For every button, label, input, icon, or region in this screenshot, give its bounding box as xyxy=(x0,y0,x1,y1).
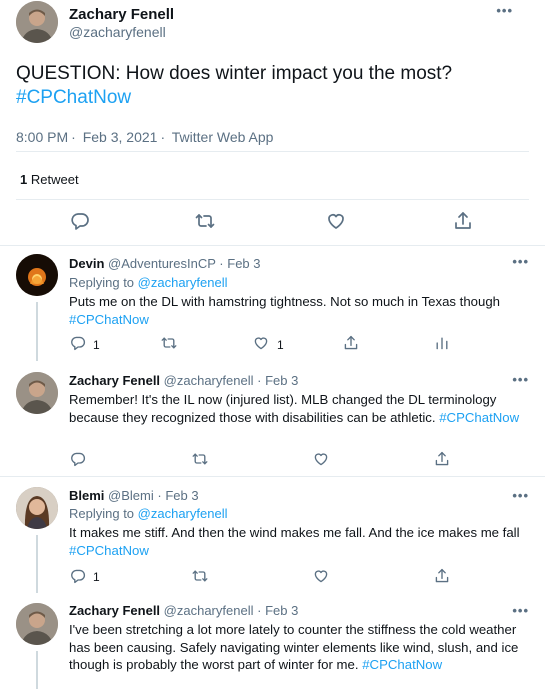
author-name[interactable]: Zachary Fenell xyxy=(69,6,174,23)
hashtag-link[interactable]: #CPChatNow xyxy=(362,657,442,672)
tweet-text: I've been stretching a lot more lately t… xyxy=(69,621,529,674)
tweet-date[interactable]: Feb 3 xyxy=(165,488,198,503)
more-icon[interactable]: ••• xyxy=(512,254,529,269)
meta-separator: · xyxy=(219,256,224,271)
tweet-date[interactable]: Feb 3 xyxy=(265,373,298,388)
reply-tweet[interactable]: Devin @AdventuresInCP · Feb 3 ••• Replyi… xyxy=(0,246,545,361)
author-handle[interactable]: @zacharyfenell xyxy=(164,373,254,388)
replying-prefix: Replying to xyxy=(69,275,135,290)
thread-line xyxy=(36,535,38,593)
like-icon[interactable] xyxy=(313,568,329,584)
author-handle[interactable]: @Blemi xyxy=(108,488,154,503)
more-icon[interactable]: ••• xyxy=(512,603,529,618)
author-name[interactable]: Blemi xyxy=(69,488,104,503)
author-handle[interactable]: @AdventuresInCP xyxy=(108,256,216,271)
tweet-date[interactable]: Feb 3, 2021 xyxy=(83,129,158,145)
like-icon[interactable] xyxy=(313,451,329,467)
tweet-text: QUESTION: How does winter impact you the… xyxy=(16,62,529,110)
tweet-text: Remember! It's the IL now (injured list)… xyxy=(69,391,529,426)
hashtag-link[interactable]: #CPChatNow xyxy=(69,312,149,327)
reply-icon[interactable] xyxy=(70,451,86,467)
divider xyxy=(16,151,529,152)
retweet-count: 1 xyxy=(20,172,28,187)
tweet-body: It makes me stiff. And then the wind mak… xyxy=(69,525,520,540)
main-tweet-header: Zachary Fenell @zacharyfenell ••• xyxy=(16,0,529,52)
author-name[interactable]: Zachary Fenell xyxy=(69,603,160,618)
meta-separator: · xyxy=(257,373,262,388)
divider xyxy=(16,199,529,200)
analytics-icon[interactable] xyxy=(434,335,450,351)
more-icon[interactable]: ••• xyxy=(512,488,529,503)
avatar[interactable] xyxy=(16,372,58,414)
retweet-icon[interactable] xyxy=(195,211,215,231)
tweet-time[interactable]: 8:00 PM xyxy=(16,129,68,145)
author-handle[interactable]: @zacharyfenell xyxy=(69,24,166,40)
hashtag-link[interactable]: #CPChatNow xyxy=(16,86,529,110)
like-icon[interactable] xyxy=(253,335,269,351)
tweet-text: Puts me on the DL with hamstring tightne… xyxy=(69,293,529,328)
tweet-date[interactable]: Feb 3 xyxy=(227,256,260,271)
meta-separator: · xyxy=(71,129,76,145)
retweet-icon[interactable] xyxy=(192,568,208,584)
thread-line xyxy=(36,302,38,361)
reply-tweet[interactable]: Zachary Fenell @zacharyfenell · Feb 3 ••… xyxy=(0,593,545,689)
tweet-body: I've been stretching a lot more lately t… xyxy=(69,622,519,672)
meta-separator: · xyxy=(160,129,166,145)
reply-header: Zachary Fenell @zacharyfenell · Feb 3 xyxy=(69,603,298,618)
tweet-body: QUESTION: How does winter impact you the… xyxy=(16,63,453,84)
mention-link[interactable]: @zacharyfenell xyxy=(138,275,228,290)
avatar[interactable] xyxy=(16,487,58,529)
share-icon[interactable] xyxy=(453,211,473,231)
reply-icon[interactable] xyxy=(70,211,90,231)
avatar[interactable] xyxy=(16,1,58,43)
tweet-meta: 8:00 PM · Feb 3, 2021 · Twitter Web App xyxy=(16,129,529,149)
reply-count: 1 xyxy=(93,570,100,584)
retweet-stat[interactable]: 1 Retweet xyxy=(20,172,79,187)
author-name[interactable]: Zachary Fenell xyxy=(69,373,160,388)
replying-prefix: Replying to xyxy=(69,506,135,521)
reply-header: Blemi @Blemi · Feb 3 xyxy=(69,488,199,503)
tweet-actions xyxy=(0,211,545,235)
reply-tweet[interactable]: Blemi @Blemi · Feb 3 ••• Replying to @za… xyxy=(0,477,545,593)
meta-separator: · xyxy=(257,603,262,618)
tweet-date[interactable]: Feb 3 xyxy=(265,603,298,618)
share-icon[interactable] xyxy=(343,335,359,351)
tweet-text: It makes me stiff. And then the wind mak… xyxy=(69,524,529,559)
author-name[interactable]: Devin xyxy=(69,256,104,271)
meta-separator: · xyxy=(157,488,162,503)
reply-count: 1 xyxy=(93,338,100,352)
mention-link[interactable]: @zacharyfenell xyxy=(138,506,228,521)
author-handle[interactable]: @zacharyfenell xyxy=(164,603,254,618)
reply-icon[interactable] xyxy=(70,568,86,584)
tweet-body: Remember! It's the IL now (injured list)… xyxy=(69,392,497,425)
hashtag-link[interactable]: #CPChatNow xyxy=(439,410,519,425)
retweet-icon[interactable] xyxy=(192,451,208,467)
thread-line xyxy=(36,651,38,689)
share-icon[interactable] xyxy=(434,568,450,584)
like-icon[interactable] xyxy=(326,211,346,231)
reply-header: Devin @AdventuresInCP · Feb 3 xyxy=(69,256,261,271)
retweet-label: Retweet xyxy=(30,172,79,187)
like-count: 1 xyxy=(277,338,284,352)
reply-header: Zachary Fenell @zacharyfenell · Feb 3 xyxy=(69,373,298,388)
main-tweet: Zachary Fenell @zacharyfenell ••• QUESTI… xyxy=(0,0,545,246)
tweet-source[interactable]: Twitter Web App xyxy=(172,129,274,145)
replying-to: Replying to @zacharyfenell xyxy=(69,275,227,290)
avatar[interactable] xyxy=(16,254,58,296)
replying-to: Replying to @zacharyfenell xyxy=(69,506,227,521)
reply-tweet[interactable]: Zachary Fenell @zacharyfenell · Feb 3 ••… xyxy=(0,361,545,477)
reply-icon[interactable] xyxy=(70,335,86,351)
retweet-icon[interactable] xyxy=(161,335,177,351)
hashtag-link[interactable]: #CPChatNow xyxy=(69,543,149,558)
tweet-body: Puts me on the DL with hamstring tightne… xyxy=(69,294,501,309)
avatar[interactable] xyxy=(16,603,58,645)
more-icon[interactable]: ••• xyxy=(512,372,529,387)
share-icon[interactable] xyxy=(434,451,450,467)
more-icon[interactable]: ••• xyxy=(496,3,513,18)
